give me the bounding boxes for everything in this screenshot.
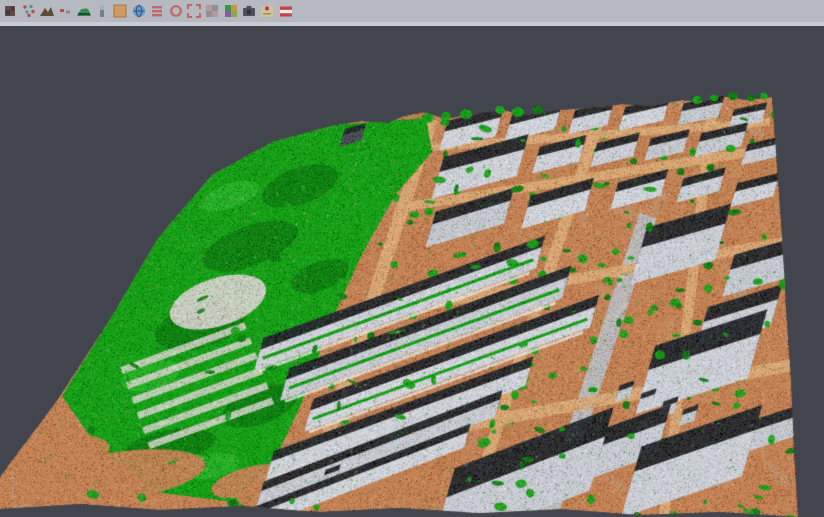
dem-mountain-icon[interactable] xyxy=(39,3,55,19)
classification-colors-icon[interactable] xyxy=(223,3,239,19)
globe-icon[interactable] xyxy=(131,3,147,19)
map-note-icon xyxy=(259,3,275,19)
dem-mountain-icon xyxy=(39,3,55,19)
layers-list-icon xyxy=(149,3,165,19)
profile-view-icon[interactable] xyxy=(94,3,110,19)
terrain-vegetation-icon xyxy=(76,3,92,19)
layers-list-icon[interactable] xyxy=(149,3,165,19)
ortho-image-icon[interactable] xyxy=(112,3,128,19)
map-note-icon[interactable] xyxy=(259,3,275,19)
classification-colors-icon xyxy=(223,3,239,19)
terrain-vegetation-icon[interactable] xyxy=(76,3,92,19)
viewport-3d[interactable] xyxy=(0,26,824,517)
measure-marks-icon xyxy=(57,3,73,19)
ortho-image-icon xyxy=(112,3,128,19)
camera-icon xyxy=(241,3,257,19)
flag-icon xyxy=(278,3,294,19)
zoom-extent-icon xyxy=(186,3,202,19)
colored-points-icon[interactable] xyxy=(21,3,37,19)
measure-marks-icon[interactable] xyxy=(57,3,73,19)
zoom-extent-icon[interactable] xyxy=(186,3,202,19)
dark-points-icon[interactable] xyxy=(2,3,18,19)
circle-select-icon xyxy=(168,3,184,19)
profile-view-icon xyxy=(94,3,110,19)
toolbar xyxy=(0,0,824,22)
colored-points-icon xyxy=(21,3,37,19)
camera-icon[interactable] xyxy=(241,3,257,19)
viewport-container xyxy=(0,26,824,517)
grid-checker-icon xyxy=(204,3,220,19)
grid-checker-icon[interactable] xyxy=(204,3,220,19)
flag-icon[interactable] xyxy=(278,3,294,19)
application-window xyxy=(0,0,824,517)
dark-points-icon xyxy=(2,3,18,19)
circle-select-icon[interactable] xyxy=(168,3,184,19)
globe-icon xyxy=(131,3,147,19)
